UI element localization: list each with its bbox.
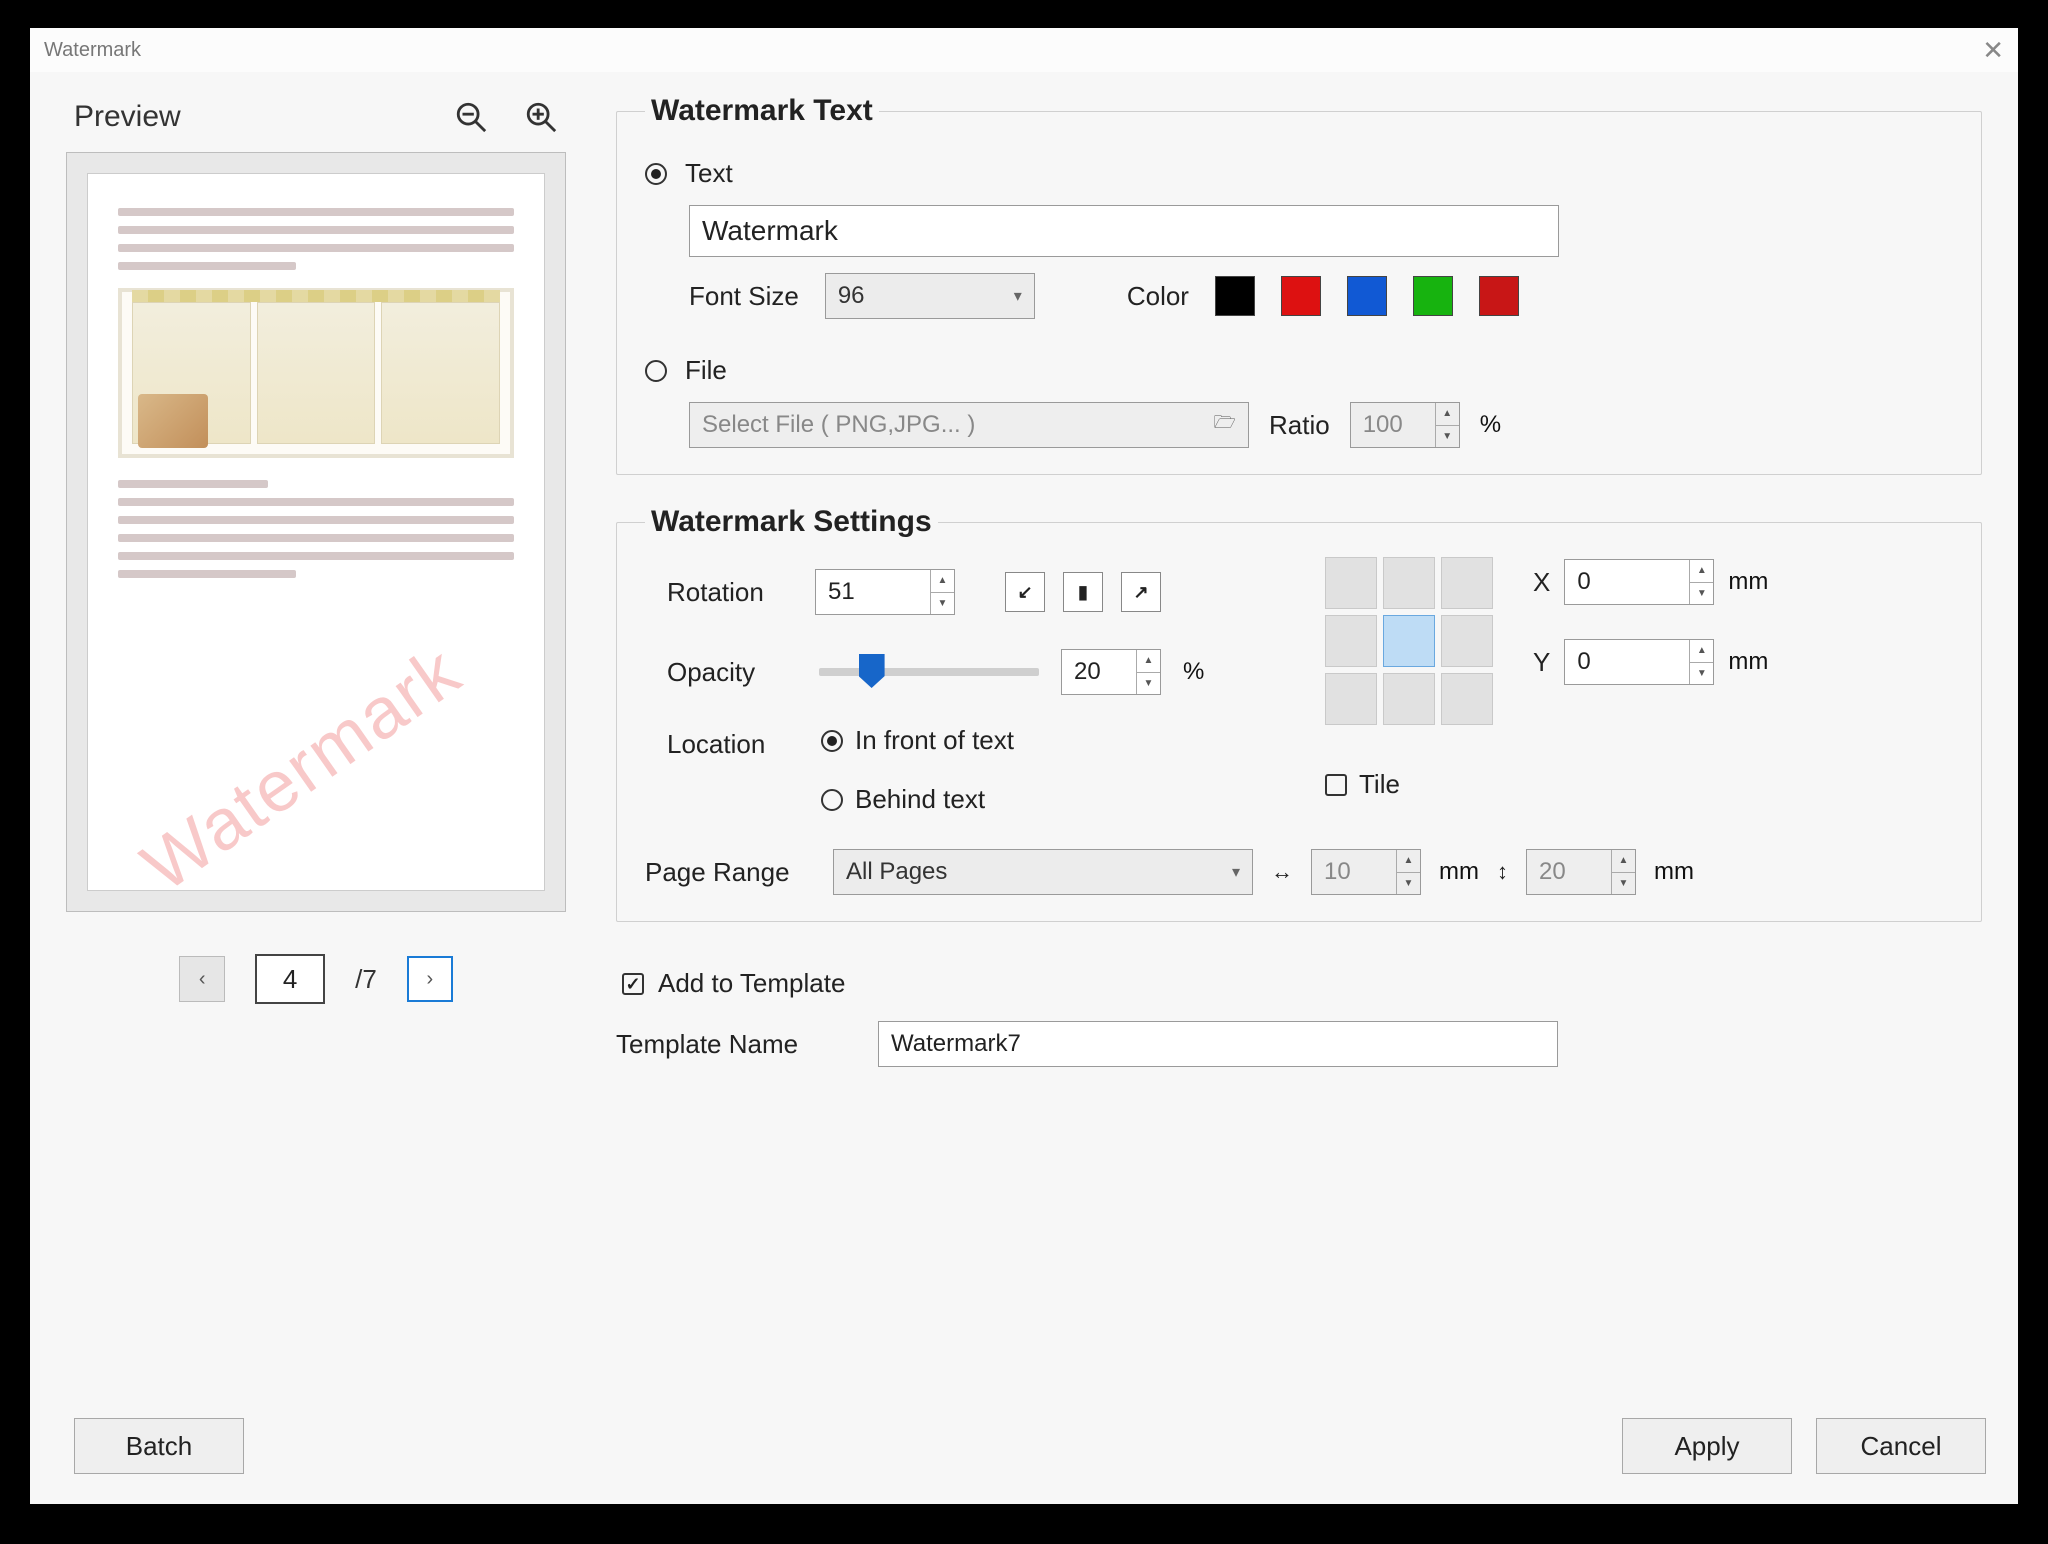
y-label: Y bbox=[1533, 647, 1550, 678]
radio-file-label: File bbox=[685, 355, 727, 386]
watermark-text-legend: Watermark Text bbox=[645, 94, 879, 128]
opacity-label: Opacity bbox=[667, 657, 797, 688]
pos-mid-left[interactable] bbox=[1325, 615, 1377, 667]
opacity-unit: % bbox=[1183, 658, 1204, 686]
folder-open-icon: 🗁 bbox=[1214, 410, 1236, 440]
watermark-preview-text: Watermark bbox=[128, 630, 476, 891]
template-name-label: Template Name bbox=[616, 1029, 856, 1060]
pos-bot-left[interactable] bbox=[1325, 673, 1377, 725]
position-grid bbox=[1325, 557, 1493, 725]
page-total: /7 bbox=[355, 964, 377, 995]
pos-top-center[interactable] bbox=[1383, 557, 1435, 609]
ratio-unit: % bbox=[1480, 411, 1501, 439]
opacity-spin[interactable]: 20 ▲▼ bbox=[1061, 649, 1161, 695]
location-behind-label: Behind text bbox=[855, 784, 985, 815]
pos-top-right[interactable] bbox=[1441, 557, 1493, 609]
color-swatch-green[interactable] bbox=[1413, 276, 1453, 316]
batch-button[interactable]: Batch bbox=[74, 1418, 244, 1474]
tile-v-spin[interactable]: 20 ▲▼ bbox=[1526, 849, 1636, 895]
preview-header: Preview bbox=[66, 94, 566, 152]
settings-panel: Watermark Text Text Watermark Font Size … bbox=[616, 94, 1982, 1408]
tile-label: Tile bbox=[1359, 769, 1400, 800]
rotate-right-icon[interactable]: ↗ bbox=[1121, 572, 1161, 612]
rotate-none-icon[interactable]: ▮ bbox=[1063, 572, 1103, 612]
tile-h-spin[interactable]: 10 ▲▼ bbox=[1311, 849, 1421, 895]
pos-bot-center[interactable] bbox=[1383, 673, 1435, 725]
rotation-label: Rotation bbox=[667, 577, 797, 608]
next-page-button[interactable]: › bbox=[407, 956, 453, 1002]
color-swatch-black[interactable] bbox=[1215, 276, 1255, 316]
x-spin[interactable]: 0 ▲▼ bbox=[1564, 559, 1714, 605]
pos-mid-center[interactable] bbox=[1383, 615, 1435, 667]
pos-top-left[interactable] bbox=[1325, 557, 1377, 609]
page-range-combo[interactable]: All Pages ▾ bbox=[833, 849, 1253, 895]
color-swatch-darkred[interactable] bbox=[1479, 276, 1519, 316]
x-unit: mm bbox=[1728, 568, 1768, 596]
watermark-settings-group: Watermark Settings Rotation 51 ▲▼ ↙ bbox=[616, 505, 1982, 922]
preview-panel: Preview bbox=[66, 94, 566, 1408]
rotate-left-icon[interactable]: ↙ bbox=[1005, 572, 1045, 612]
chevron-down-icon: ▾ bbox=[1014, 286, 1022, 306]
template-name-input[interactable]: Watermark7 bbox=[878, 1021, 1558, 1067]
x-label: X bbox=[1533, 567, 1550, 598]
rotation-spin[interactable]: 51 ▲▼ bbox=[815, 569, 955, 615]
radio-text[interactable] bbox=[645, 163, 667, 185]
dialog-body: Preview bbox=[30, 72, 2018, 1408]
dialog-footer: Batch Apply Cancel bbox=[30, 1408, 2018, 1504]
page-number-input[interactable]: 4 bbox=[255, 954, 325, 1004]
preview-box: Watermark bbox=[66, 152, 566, 912]
ratio-spin[interactable]: 100 ▲▼ bbox=[1350, 402, 1460, 448]
pos-mid-right[interactable] bbox=[1441, 615, 1493, 667]
y-spin[interactable]: 0 ▲▼ bbox=[1564, 639, 1714, 685]
ratio-label: Ratio bbox=[1269, 410, 1330, 441]
close-icon[interactable]: ✕ bbox=[1982, 35, 2004, 66]
titlebar: Watermark ✕ bbox=[30, 28, 2018, 72]
font-size-combo[interactable]: 96 ▾ bbox=[825, 273, 1035, 319]
watermark-settings-legend: Watermark Settings bbox=[645, 505, 938, 539]
apply-button[interactable]: Apply bbox=[1622, 1418, 1792, 1474]
watermark-text-input[interactable]: Watermark bbox=[689, 205, 1559, 257]
color-label: Color bbox=[1127, 281, 1189, 312]
watermark-text-group: Watermark Text Text Watermark Font Size … bbox=[616, 94, 1982, 475]
watermark-dialog: Watermark ✕ Preview bbox=[30, 28, 2018, 1504]
location-label: Location bbox=[667, 725, 797, 760]
color-swatch-red[interactable] bbox=[1281, 276, 1321, 316]
zoom-controls bbox=[454, 100, 558, 134]
preview-label: Preview bbox=[74, 100, 181, 134]
chevron-down-icon: ▾ bbox=[1232, 862, 1240, 882]
radio-text-label: Text bbox=[685, 158, 733, 189]
font-size-label: Font Size bbox=[689, 281, 799, 312]
cancel-button[interactable]: Cancel bbox=[1816, 1418, 1986, 1474]
zoom-out-icon[interactable] bbox=[454, 100, 488, 134]
radio-location-behind[interactable] bbox=[821, 789, 843, 811]
pager: ‹ 4 /7 › bbox=[66, 954, 566, 1004]
page-thumbnail[interactable]: Watermark bbox=[87, 173, 545, 891]
color-swatch-blue[interactable] bbox=[1347, 276, 1387, 316]
select-file-input[interactable]: Select File ( PNG,JPG... ) 🗁 bbox=[689, 402, 1249, 448]
location-front-label: In front of text bbox=[855, 725, 1014, 756]
tile-horizontal-icon bbox=[1271, 859, 1293, 885]
add-to-template-label: Add to Template bbox=[658, 968, 845, 999]
opacity-slider[interactable] bbox=[819, 668, 1039, 676]
radio-location-front[interactable] bbox=[821, 730, 843, 752]
zoom-in-icon[interactable] bbox=[524, 100, 558, 134]
tile-checkbox[interactable] bbox=[1325, 774, 1347, 796]
radio-file[interactable] bbox=[645, 360, 667, 382]
slider-thumb[interactable] bbox=[859, 654, 885, 688]
page-range-label: Page Range bbox=[645, 857, 815, 888]
tile-vertical-icon bbox=[1497, 859, 1508, 885]
dialog-title: Watermark bbox=[44, 39, 141, 62]
y-unit: mm bbox=[1728, 648, 1768, 676]
add-to-template-checkbox[interactable] bbox=[622, 973, 644, 995]
pos-bot-right[interactable] bbox=[1441, 673, 1493, 725]
prev-page-button[interactable]: ‹ bbox=[179, 956, 225, 1002]
